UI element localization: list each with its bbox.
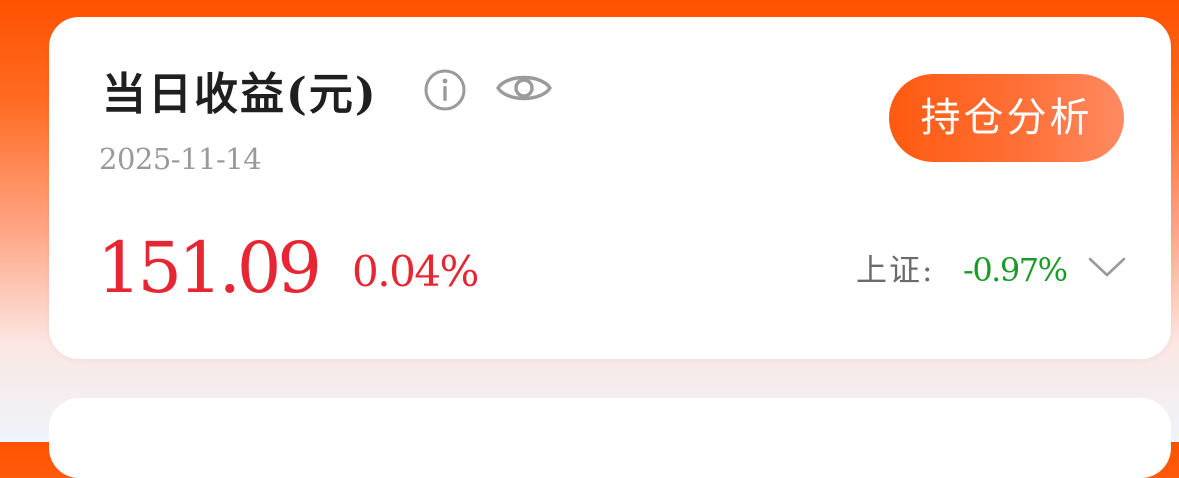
position-analysis-button[interactable]: 持仓分析 — [889, 74, 1124, 162]
eye-icon[interactable] — [495, 66, 553, 110]
index-label: 上证: — [856, 253, 935, 289]
earnings-date: 2025-11-14 — [99, 142, 262, 176]
profit-amount: 151.09 — [97, 227, 322, 309]
profit-rate: 0.04% — [352, 247, 479, 296]
index-change: -0.97% — [963, 251, 1068, 289]
daily-earnings-title: 当日收益(元) — [102, 69, 378, 120]
next-card — [49, 398, 1171, 478]
info-icon[interactable] — [423, 68, 467, 112]
chevron-down-icon[interactable] — [1087, 254, 1127, 280]
